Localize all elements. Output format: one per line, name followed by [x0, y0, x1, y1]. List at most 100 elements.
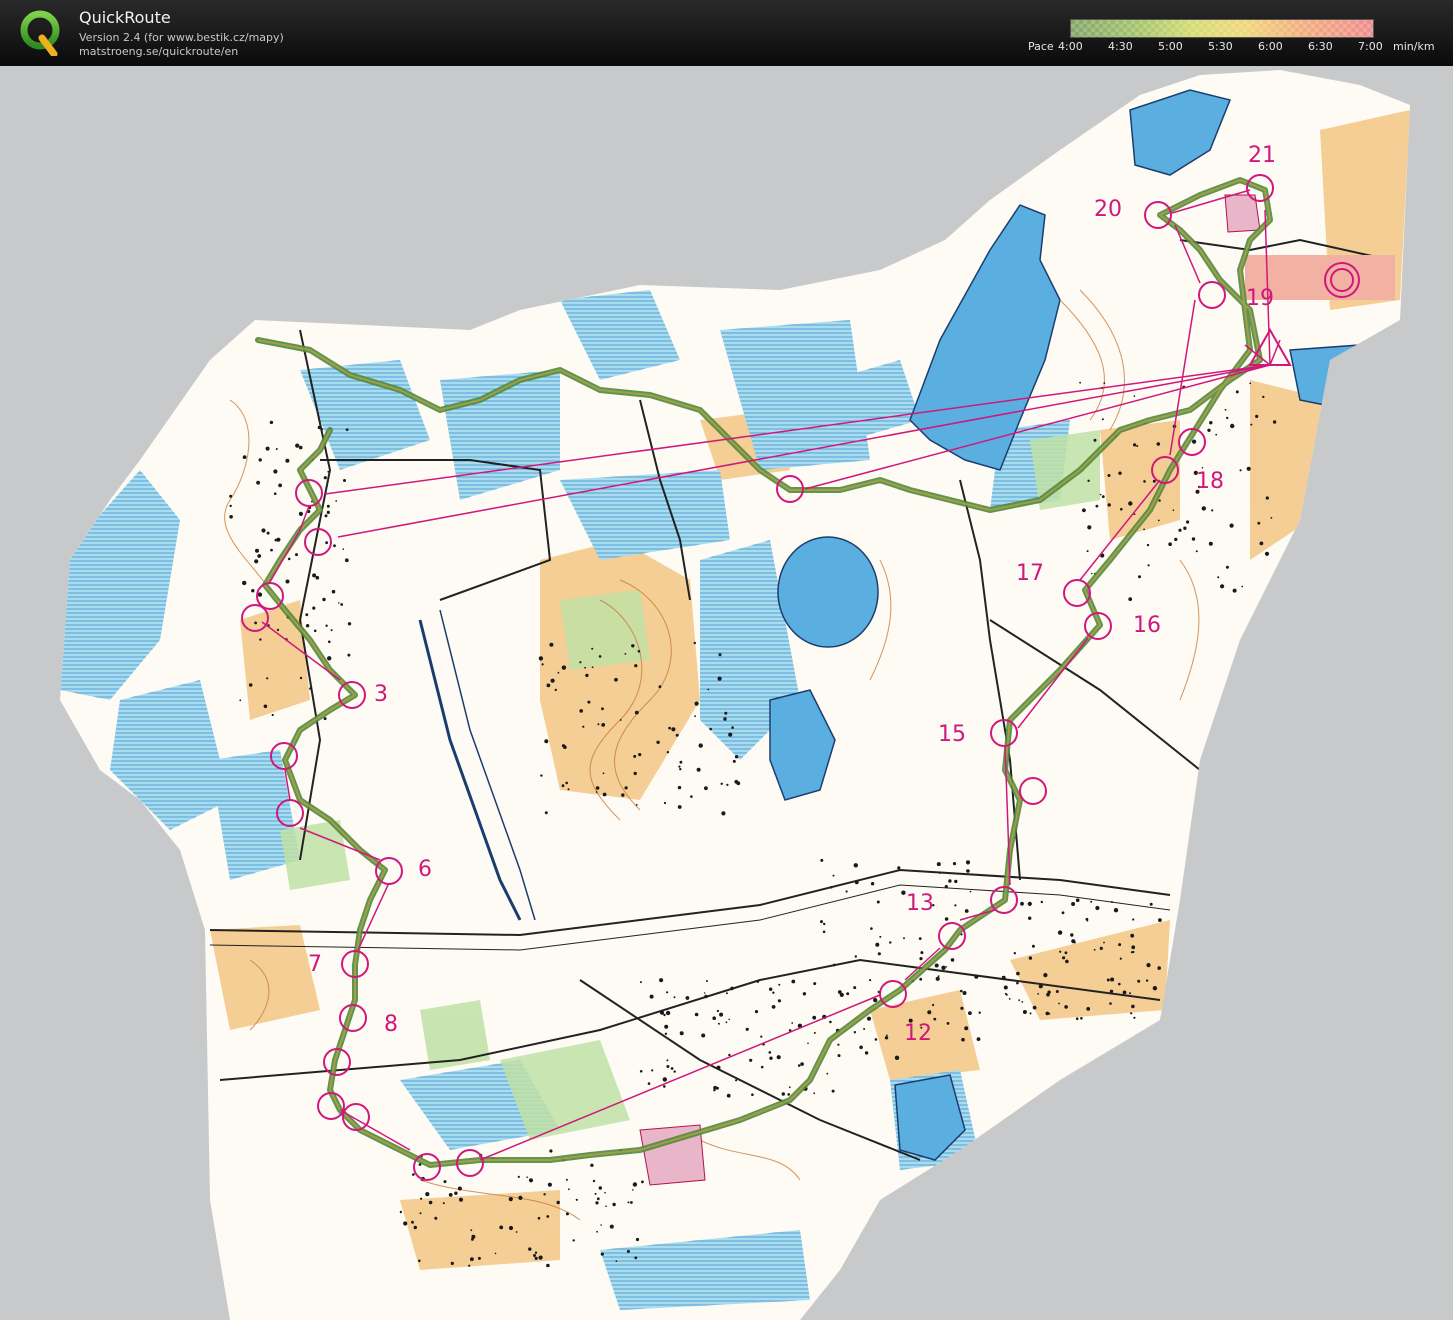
boulder-dot	[591, 647, 594, 650]
boulder-dot	[261, 528, 266, 533]
boulder-dot	[859, 1045, 863, 1050]
boulder-dot	[1174, 537, 1178, 542]
boulder-dot	[546, 1215, 550, 1218]
boulder-dot	[470, 1229, 473, 1232]
boulder-dot	[276, 537, 281, 542]
boulder-dot	[537, 1216, 541, 1220]
boulder-dot	[1138, 575, 1141, 579]
boulder-dot	[1128, 501, 1133, 506]
boulder-dot	[1107, 474, 1111, 477]
boulder-dot	[428, 1200, 433, 1205]
boulder-dot	[797, 1064, 801, 1067]
boulder-dot	[425, 1192, 430, 1197]
boulder-dot	[258, 458, 262, 462]
boulder-dot	[641, 1180, 644, 1184]
boulder-dot	[1118, 982, 1121, 986]
boulder-dot	[679, 760, 683, 764]
boulder-dot	[1057, 930, 1063, 935]
boulder-dot	[1107, 503, 1111, 507]
boulder-dot	[813, 1031, 816, 1034]
boulder-dot	[651, 1069, 654, 1072]
boulder-dot	[894, 1055, 900, 1061]
boulder-dot	[325, 624, 328, 627]
boulder-dot	[1157, 519, 1160, 522]
boulder-dot	[269, 420, 274, 425]
boulder-dot	[609, 1224, 614, 1229]
boulder-dot	[411, 1220, 414, 1224]
boulder-dot	[1133, 443, 1137, 447]
boulder-dot	[343, 479, 346, 482]
boulder-dot	[946, 1022, 950, 1025]
control-label-17: 17	[1016, 561, 1044, 586]
boulder-dot	[604, 1191, 606, 1194]
boulder-dot	[454, 1191, 458, 1195]
version-line: Version 2.4 (for www.bestik.cz/mapy)	[79, 31, 284, 44]
boulder-dot	[1136, 445, 1139, 447]
boulder-dot	[328, 640, 331, 644]
boulder-dot	[1211, 509, 1214, 512]
boulder-dot	[324, 514, 328, 518]
boulder-dot	[313, 629, 317, 633]
boulder-dot	[864, 1051, 869, 1055]
boulder-dot	[323, 476, 327, 480]
boulder-dot	[1168, 542, 1172, 546]
boulder-dot	[704, 786, 708, 791]
boulder-dot	[321, 428, 324, 431]
boulder-dot	[776, 1055, 781, 1060]
boulder-dot	[546, 683, 551, 688]
boulder-dot	[954, 879, 958, 884]
boulder-dot	[305, 624, 310, 628]
boulder-dot	[952, 862, 957, 866]
control-label-15: 15	[938, 722, 966, 747]
boulder-dot	[663, 801, 667, 805]
boulder-dot	[1080, 1017, 1083, 1020]
boulder-dot	[1239, 469, 1242, 472]
boulder-dot	[549, 642, 554, 647]
boulder-dot	[517, 1175, 520, 1178]
boulder-dot	[664, 1032, 668, 1036]
boulder-dot	[1156, 442, 1161, 446]
website-line: matstroeng.se/quickroute/en	[79, 45, 239, 58]
boulder-dot	[679, 1031, 684, 1036]
map-canvas[interactable]: 3 6 7 8 12 13 15 16 17 18 19 20 21	[0, 66, 1453, 1320]
boulder-dot	[1230, 423, 1235, 429]
boulder-dot	[1040, 900, 1044, 904]
boulder-dot	[837, 1054, 841, 1058]
boulder-dot	[1086, 1007, 1091, 1011]
boulder-dot	[945, 966, 948, 968]
boulder-dot	[326, 504, 330, 508]
boulder-dot	[1034, 1007, 1037, 1010]
boulder-dot	[875, 942, 880, 947]
boulder-dot	[726, 1093, 731, 1098]
boulder-dot	[273, 469, 278, 474]
boulder-dot	[854, 955, 857, 958]
boulder-dot	[935, 976, 940, 981]
boulder-dot	[944, 885, 948, 889]
orienteering-map[interactable]: 3 6 7 8 12 13 15 16 17 18 19 20 21	[0, 66, 1453, 1320]
boulder-dot	[508, 1197, 513, 1202]
boulder-dot	[556, 1200, 560, 1205]
boulder-dot	[866, 1016, 872, 1021]
boulder-dot	[420, 1197, 423, 1200]
boulder-dot	[832, 963, 836, 967]
boulder-dot	[1215, 433, 1218, 436]
boulder-dot	[1131, 1004, 1135, 1009]
boulder-dot	[1255, 414, 1259, 418]
boulder-dot	[635, 804, 638, 806]
boulder-dot	[1075, 898, 1080, 902]
boulder-dot	[721, 811, 726, 816]
boulder-dot	[807, 1042, 809, 1045]
pace-prefix-label: Pace	[1028, 40, 1054, 53]
control-label-13: 13	[906, 891, 934, 916]
boulder-dot	[886, 1034, 888, 1037]
boulder-dot	[633, 754, 637, 758]
boulder-dot	[723, 717, 727, 721]
boulder-dot	[659, 978, 664, 983]
boulder-dot	[632, 1182, 638, 1187]
boulder-dot	[870, 882, 875, 886]
boulder-dot	[575, 1198, 578, 1201]
boulder-dot	[317, 425, 322, 430]
boulder-dot	[718, 653, 722, 657]
boulder-dot	[585, 673, 589, 678]
boulder-dot	[813, 982, 817, 986]
